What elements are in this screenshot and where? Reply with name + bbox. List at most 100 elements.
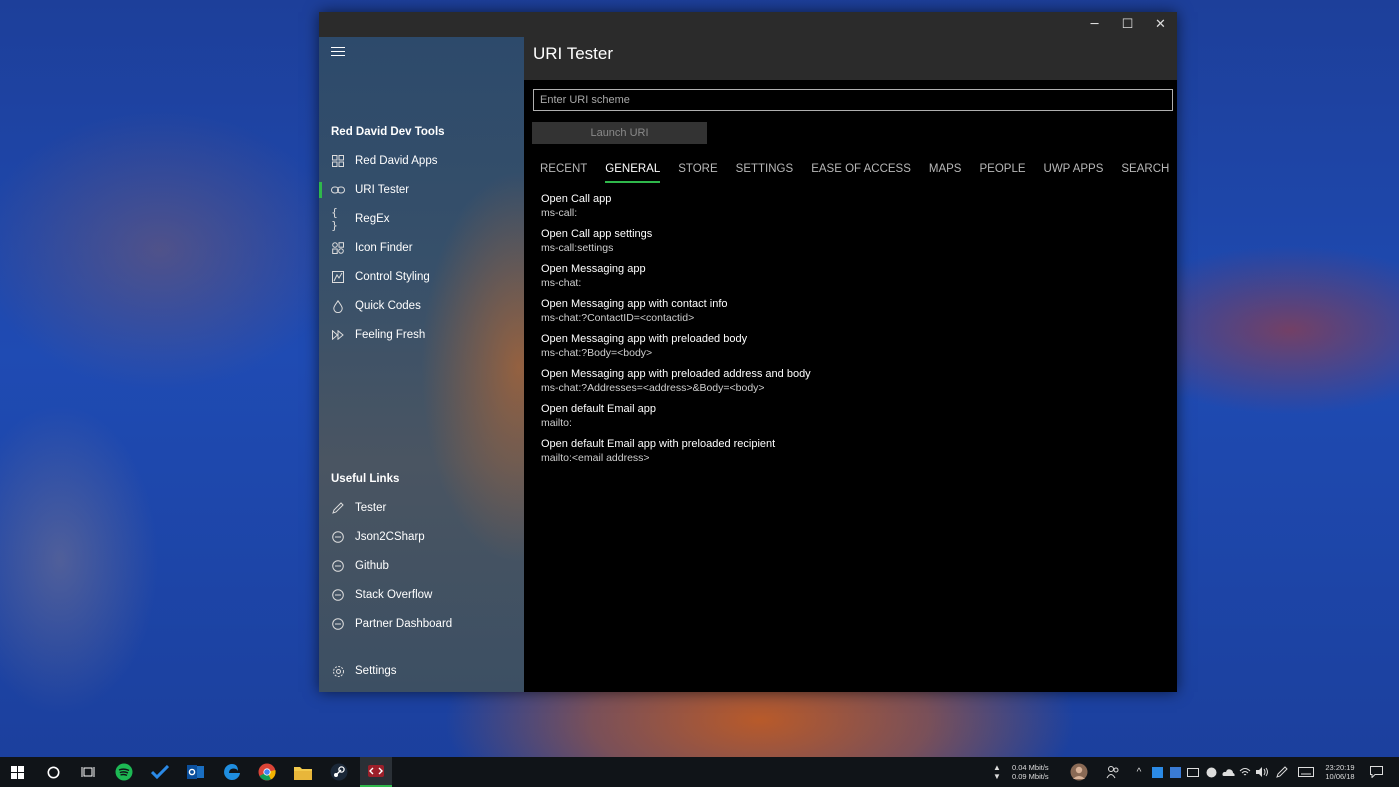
fast-forward-icon (331, 328, 345, 342)
list-item[interactable]: Open Messaging app with contact info ms-c… (541, 297, 1161, 332)
link-item-label: Partner Dashboard (355, 618, 453, 630)
nav-item-control-styling[interactable]: Control Styling (319, 263, 524, 291)
uri-value: ms-call: (541, 207, 578, 219)
cortana-search-icon[interactable] (42, 757, 64, 787)
nav-item-label: Red David Apps (355, 155, 438, 167)
spotify-icon[interactable] (113, 757, 135, 787)
nav-item-feeling-fresh[interactable]: Feeling Fresh (319, 321, 524, 349)
uri-scheme-input[interactable] (533, 89, 1173, 111)
nav-item-label: Quick Codes (355, 300, 421, 312)
keyboard-icon[interactable] (1296, 757, 1316, 787)
tray-app-icon[interactable] (1150, 757, 1164, 787)
chevron-up-icon[interactable]: ^ (1132, 757, 1146, 787)
clock-date: 10/06/18 (1325, 772, 1355, 781)
tab-uwp-apps[interactable]: UWP APPS (1044, 163, 1104, 185)
icon-finder-icon (331, 241, 345, 255)
tab-general[interactable]: GENERAL (605, 163, 660, 185)
title-bar[interactable]: ─ ☐ ✕ (319, 12, 1177, 37)
nav-item-label: URI Tester (355, 184, 410, 196)
tab-settings[interactable]: SETTINGS (736, 163, 794, 185)
selection-indicator (319, 182, 322, 198)
network-arrows-icon: ▲ ▼ (993, 763, 1001, 781)
todo-check-icon[interactable] (149, 757, 171, 787)
uri-value: mailto: (541, 417, 572, 429)
close-button[interactable]: ✕ (1144, 12, 1177, 37)
list-item[interactable]: Open Call app ms-call: (541, 192, 1161, 227)
avatar[interactable] (1068, 757, 1090, 787)
tab-recent[interactable]: RECENT (540, 163, 587, 185)
uri-value: ms-chat:?Addresses=<address>&Body=<body> (541, 382, 765, 394)
list-item[interactable]: Open Messaging app with preloaded body ms… (541, 332, 1161, 367)
uri-title: Open Messaging app with preloaded body (541, 333, 748, 345)
people-icon[interactable] (1104, 757, 1122, 787)
start-windows-icon[interactable] (6, 757, 28, 787)
link-item-tester[interactable]: Tester (319, 494, 524, 522)
braces-icon: { } (331, 206, 338, 232)
styling-icon (331, 270, 345, 284)
list-item[interactable]: Open Messaging app ms-chat: (541, 262, 1161, 297)
useful-links-title: Useful Links (331, 473, 400, 485)
outlook-icon[interactable] (185, 757, 207, 787)
tray-app-icon[interactable] (1168, 757, 1182, 787)
nav-item-settings[interactable]: Settings (319, 657, 524, 685)
minimize-button[interactable]: ─ (1078, 12, 1111, 37)
tray-app-icon[interactable] (1186, 757, 1200, 787)
edge-icon[interactable] (221, 757, 243, 787)
nav-item-uri-tester[interactable]: URI Tester (319, 176, 524, 204)
globe-icon (331, 559, 345, 573)
uri-value: mailto:<email address> (541, 452, 650, 464)
uri-value: ms-call:settings (541, 242, 614, 254)
nav-item-icon-finder[interactable]: Icon Finder (319, 234, 524, 262)
nav-item-regex[interactable]: { } RegEx (319, 205, 524, 233)
task-view-icon[interactable] (77, 757, 99, 787)
launch-uri-button[interactable]: Launch URI (532, 122, 707, 144)
link-item-stack-overflow[interactable]: Stack Overflow (319, 581, 524, 609)
uri-value: ms-chat:?ContactID=<contactid> (541, 312, 695, 324)
uri-title: Open default Email app (541, 403, 656, 415)
uri-value: ms-chat:?Body=<body> (541, 347, 653, 359)
nav-item-label: Feeling Fresh (355, 329, 426, 341)
list-item[interactable]: Open default Email app mailto: (541, 402, 1161, 437)
pen-workspace-icon[interactable] (1274, 757, 1290, 787)
link-icon (331, 183, 345, 197)
clock[interactable]: 23:20:19 10/06/18 (1320, 757, 1360, 787)
tab-store[interactable]: STORE (678, 163, 717, 185)
list-item[interactable]: Open Call app settings ms-call:settings (541, 227, 1161, 262)
nav-item-red-david-apps[interactable]: Red David Apps (319, 147, 524, 175)
action-center-icon[interactable] (1366, 757, 1386, 787)
globe-icon (331, 617, 345, 631)
tab-ease-of-access[interactable]: EASE OF ACCESS (811, 163, 911, 185)
uri-value: ms-chat: (541, 277, 582, 289)
file-explorer-icon[interactable] (292, 757, 314, 787)
link-item-github[interactable]: Github (319, 552, 524, 580)
clock-time: 23:20:19 (1325, 763, 1355, 772)
link-item-label: Stack Overflow (355, 589, 433, 601)
steam-icon[interactable] (328, 757, 350, 787)
link-item-json2csharp[interactable]: Json2CSharp (319, 523, 524, 551)
page-title: URI Tester (533, 44, 613, 63)
steam-tray-icon[interactable] (1204, 757, 1218, 787)
link-item-label: Github (355, 560, 389, 572)
maximize-button[interactable]: ☐ (1111, 12, 1144, 37)
onedrive-icon[interactable] (1221, 757, 1235, 787)
nav-item-quick-codes[interactable]: Quick Codes (319, 292, 524, 320)
globe-icon (331, 588, 345, 602)
settings-label: Settings (355, 665, 397, 677)
tab-search[interactable]: SEARCH (1121, 163, 1169, 185)
tab-maps[interactable]: MAPS (929, 163, 962, 185)
wifi-icon[interactable] (1238, 757, 1252, 787)
hamburger-menu-icon[interactable] (331, 47, 345, 59)
category-tabs: RECENT GENERAL STORE SETTINGS EASE OF AC… (540, 163, 1187, 185)
chrome-icon[interactable] (256, 757, 278, 787)
link-item-partner-dashboard[interactable]: Partner Dashboard (319, 610, 524, 638)
pen-icon (331, 501, 345, 515)
list-item[interactable]: Open Messaging app with preloaded addres… (541, 367, 1161, 402)
tab-people[interactable]: PEOPLE (979, 163, 1025, 185)
uri-title: Open Call app settings (541, 228, 653, 240)
list-item[interactable]: Open default Email app with preloaded re… (541, 437, 1161, 472)
apps-icon (331, 154, 345, 168)
page-header: URI Tester (524, 37, 1177, 80)
uri-list: Open Call app ms-call: Open Call app sett… (541, 192, 1161, 472)
volume-icon[interactable] (1254, 757, 1270, 787)
dev-tools-app-icon[interactable] (360, 757, 392, 787)
